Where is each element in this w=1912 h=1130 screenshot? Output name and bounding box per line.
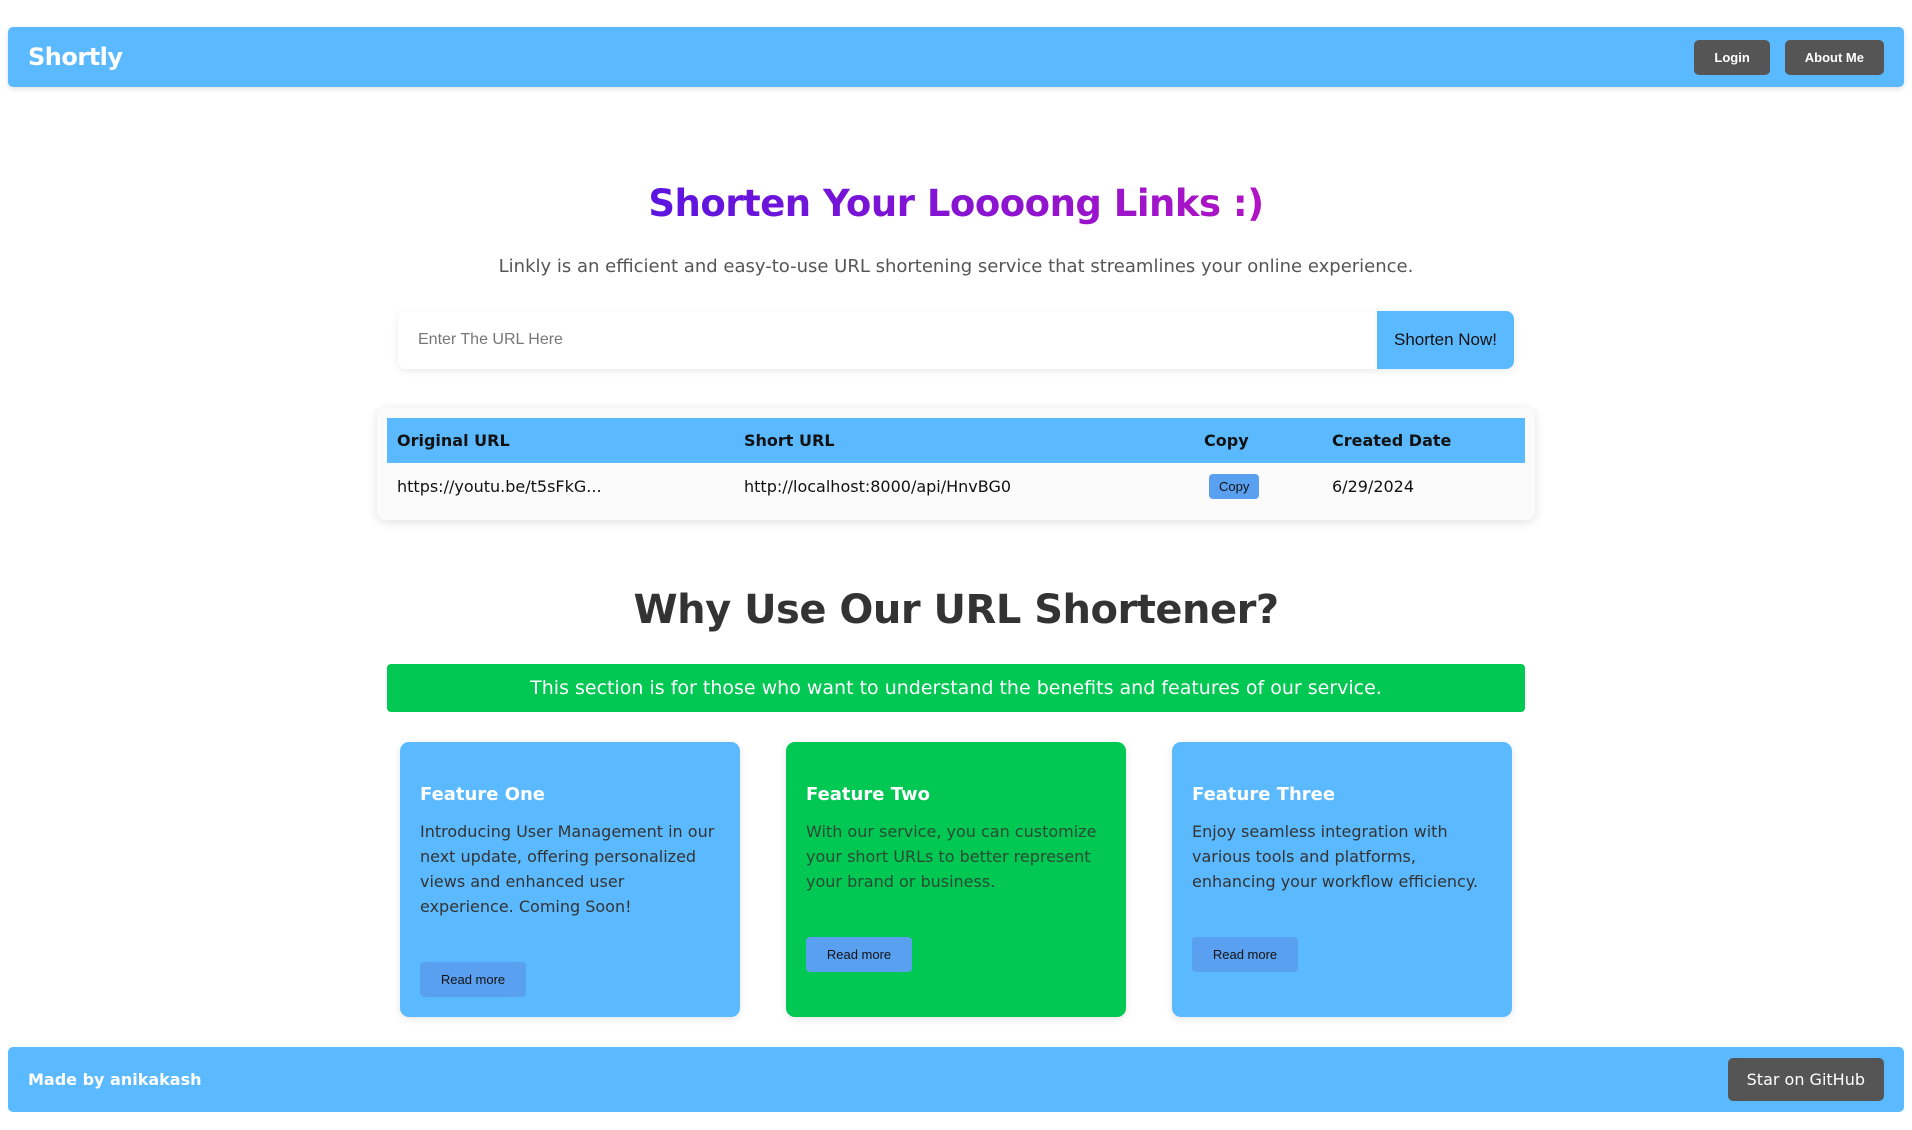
login-button[interactable]: Login bbox=[1694, 39, 1770, 75]
nav-buttons: Login About Me bbox=[1694, 39, 1884, 75]
footer-credit: Made by anikakash bbox=[28, 1070, 202, 1089]
shorten-form: Shorten Now! bbox=[398, 311, 1514, 369]
feature-card-three: Feature Three Enjoy seamless integration… bbox=[1172, 742, 1512, 1017]
shorten-now-button[interactable]: Shorten Now! bbox=[1377, 311, 1514, 369]
copy-button[interactable]: Copy bbox=[1209, 474, 1260, 499]
feature-description: Introducing User Management in our next … bbox=[420, 822, 715, 916]
hero-subtitle: Linkly is an efficient and easy-to-use U… bbox=[498, 256, 1414, 277]
feature-card-two: Feature Two With our service, you can cu… bbox=[786, 742, 1126, 1017]
table-row: https://youtu.be/t5sFkG... http://localh… bbox=[387, 463, 1525, 510]
read-more-button[interactable]: Read more bbox=[420, 962, 526, 997]
hero-title: Shorten Your Loooong Links :) bbox=[0, 182, 1912, 225]
feature-description: Enjoy seamless integration with various … bbox=[1192, 822, 1479, 891]
header-created-date: Created Date bbox=[1332, 431, 1452, 450]
links-table: Original URL Short URL Copy Created Date… bbox=[387, 418, 1525, 510]
feature-title: Feature Two bbox=[806, 784, 930, 805]
feature-description: With our service, you can customize your… bbox=[806, 822, 1097, 891]
star-on-github-button[interactable]: Star on GitHub bbox=[1727, 1058, 1884, 1101]
why-section-title: Why Use Our URL Shortener? bbox=[633, 587, 1279, 633]
url-input[interactable] bbox=[398, 311, 1377, 369]
short-url-cell[interactable]: http://localhost:8000/api/HnvBG0 bbox=[734, 463, 1194, 510]
hero-title-text: Shorten Your Loooong Links :) bbox=[648, 182, 1264, 225]
header-copy: Copy bbox=[1204, 431, 1249, 450]
navbar: Shortly Login About Me bbox=[8, 27, 1904, 87]
feature-title: Feature Three bbox=[1192, 784, 1336, 805]
about-me-button[interactable]: About Me bbox=[1784, 39, 1884, 75]
header-short-url: Short URL bbox=[744, 431, 835, 450]
created-date-cell: 6/29/2024 bbox=[1332, 477, 1415, 496]
feature-card-one: Feature One Introducing User Management … bbox=[400, 742, 740, 1017]
read-more-button[interactable]: Read more bbox=[806, 937, 912, 972]
read-more-button[interactable]: Read more bbox=[1192, 937, 1298, 972]
brand-logo[interactable]: Shortly bbox=[28, 43, 123, 71]
links-table-card: Original URL Short URL Copy Created Date… bbox=[377, 408, 1535, 520]
header-original-url: Original URL bbox=[397, 431, 510, 450]
footer: Made by anikakash Star on GitHub bbox=[8, 1047, 1904, 1112]
why-section-banner: This section is for those who want to un… bbox=[387, 664, 1525, 712]
copy-cell: Copy bbox=[1194, 463, 1322, 510]
table-header-row: Original URL Short URL Copy Created Date bbox=[387, 418, 1525, 463]
feature-title: Feature One bbox=[420, 784, 546, 805]
original-url-cell: https://youtu.be/t5sFkG... bbox=[397, 477, 602, 496]
